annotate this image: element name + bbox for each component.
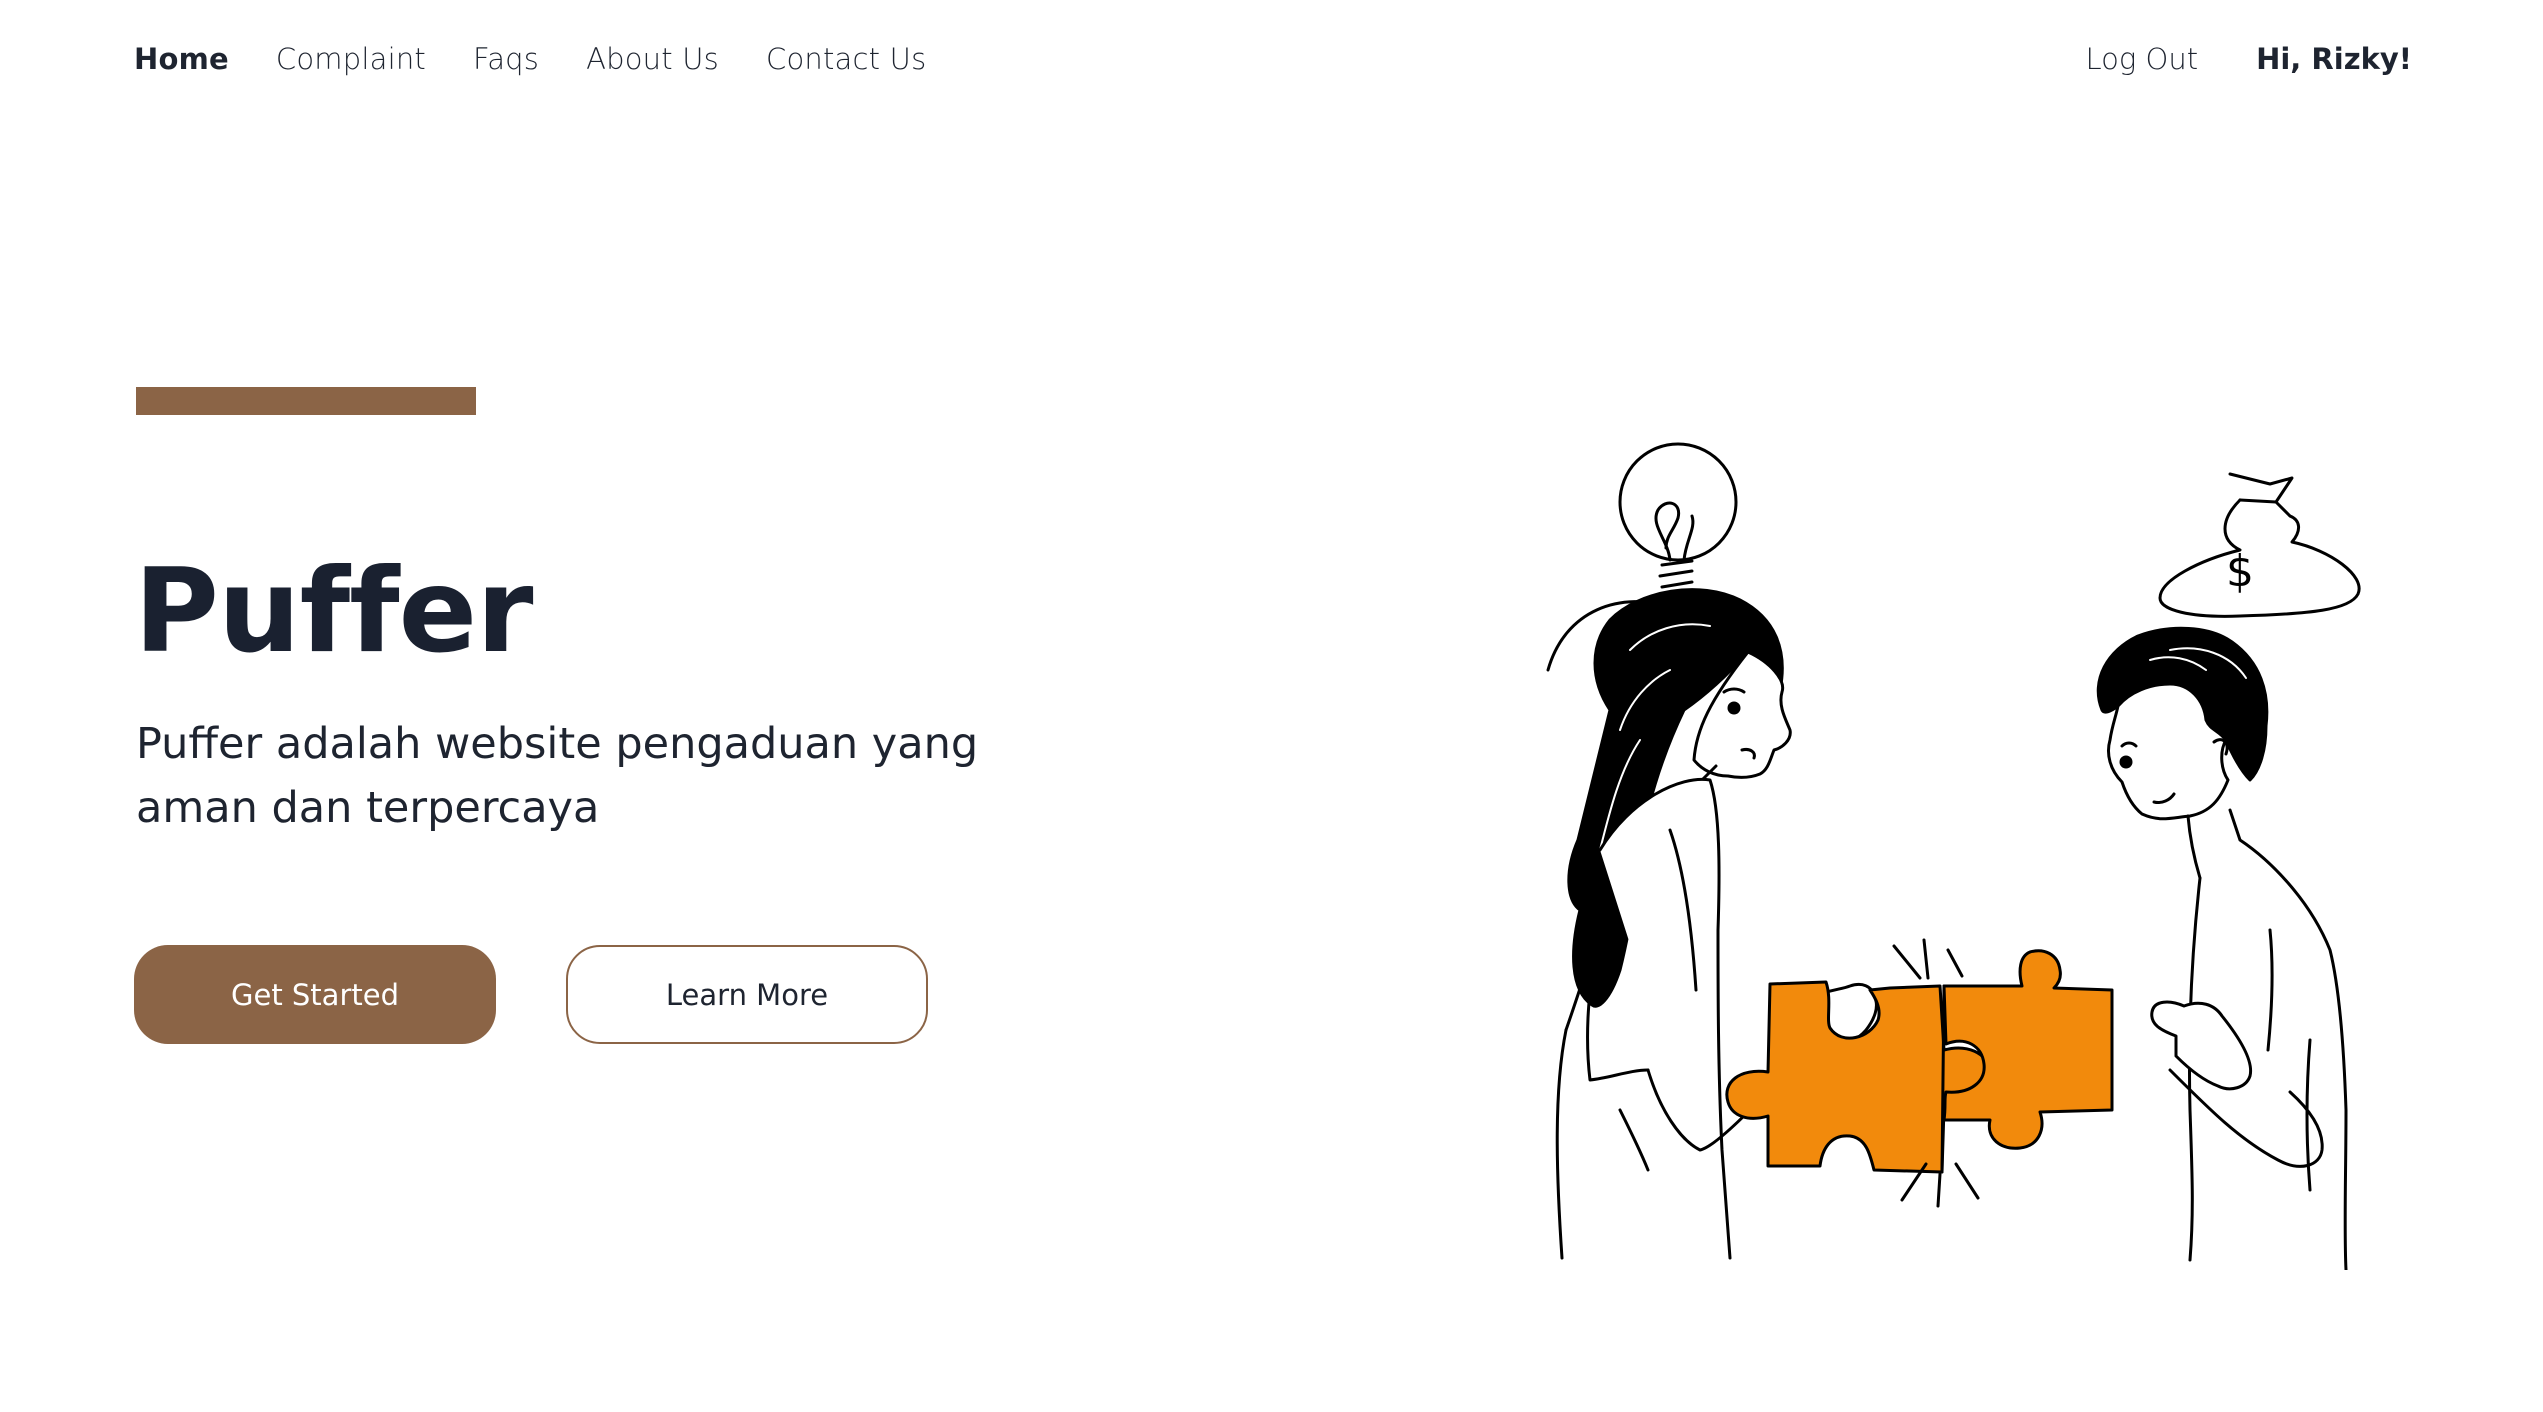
hero-subtitle: Puffer adalah website pengaduan yang ama…: [136, 719, 979, 833]
nav-faqs-link[interactable]: Faqs: [473, 42, 539, 76]
landing-page: Home Complaint Faqs About Us Contact Us …: [0, 0, 2543, 1412]
learn-more-button[interactable]: Learn More: [566, 945, 928, 1044]
money-bag-icon: $: [2158, 472, 2361, 618]
hero-accent-bar: [136, 387, 476, 415]
get-started-button[interactable]: Get Started: [134, 945, 496, 1044]
dollar-sign-icon: $: [2226, 546, 2254, 597]
nav-contact-link[interactable]: Contact Us: [766, 42, 926, 76]
user-name: Rizky!: [2311, 42, 2412, 76]
woman-body: [1598, 777, 1732, 1260]
user-greeting: Hi, Rizky!: [2256, 42, 2412, 76]
main-nav: Home Complaint Faqs About Us Contact Us: [134, 42, 973, 76]
user-nav: Log Out Hi, Rizky!: [2085, 42, 2412, 76]
hero-title: Puffer: [134, 544, 533, 679]
puzzle-teamwork-illustration: $: [1546, 442, 2361, 1270]
nav-about-link[interactable]: About Us: [586, 42, 719, 76]
logout-link[interactable]: Log Out: [2085, 42, 2198, 76]
nav-complaint-link[interactable]: Complaint: [276, 42, 426, 76]
man-hand: [2150, 1000, 2253, 1091]
nav-home-link[interactable]: Home: [134, 42, 229, 76]
greeting-prefix: Hi,: [2256, 42, 2302, 76]
